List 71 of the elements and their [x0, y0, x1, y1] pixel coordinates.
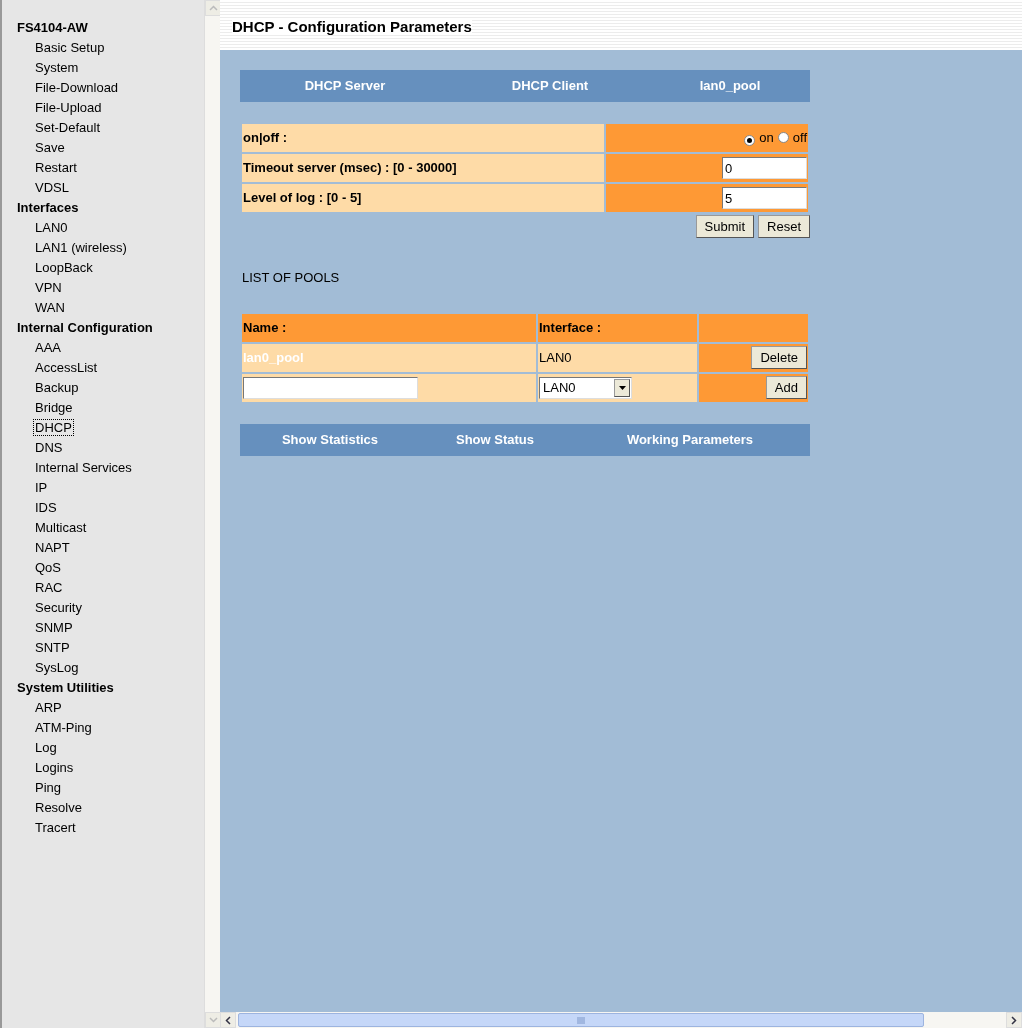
sidebar-link[interactable]: Backup	[33, 379, 81, 396]
add-button[interactable]: Add	[765, 376, 807, 399]
sidebar-link[interactable]: SysLog	[33, 659, 81, 676]
sidebar-link[interactable]: IDS	[33, 499, 59, 516]
pool-name: lan0_pool	[243, 349, 304, 365]
page-title: DHCP - Configuration Parameters	[232, 18, 472, 35]
sidebar-link[interactable]: Log	[33, 739, 59, 756]
sidebar-link[interactable]: System	[33, 59, 81, 76]
sidebar-link[interactable]: LoopBack	[33, 259, 95, 276]
sidebar-link[interactable]: VDSL	[33, 179, 71, 196]
sidebar-link[interactable]: IP	[33, 479, 50, 496]
input-field[interactable]: 0	[722, 157, 807, 179]
sidebar-heading: System Utilities	[17, 679, 115, 697]
sidebar-link[interactable]: Security	[33, 599, 84, 616]
sidebar-link[interactable]: Multicast	[33, 519, 89, 536]
radio-button[interactable]	[777, 132, 789, 144]
sidebar-link[interactable]: Tracert	[33, 819, 78, 836]
sidebar-link[interactable]: Resolve	[33, 799, 84, 816]
sidebar-link[interactable]: Save	[33, 139, 67, 156]
sidebar-link[interactable]: NAPT	[33, 539, 72, 556]
input-field[interactable]	[243, 376, 418, 399]
sidebar-link[interactable]: Restart	[33, 159, 79, 176]
sidebar-link[interactable]: VPN	[33, 279, 64, 296]
scrollbar-thumb[interactable]	[238, 1013, 924, 1027]
interface-name: LAN0	[539, 349, 572, 365]
sidebar-heading: FS4104-AW	[17, 19, 89, 37]
sidebar-link[interactable]: File-Download	[33, 79, 121, 96]
radio-label: off	[792, 130, 807, 146]
field-label: on|off :	[243, 130, 288, 146]
chevron-right-icon	[1011, 1015, 1017, 1025]
sidebar-link[interactable]: DNS	[33, 439, 65, 456]
sidebar-link[interactable]: SNMP	[33, 619, 75, 636]
delete-button[interactable]: Delete	[751, 346, 807, 369]
sidebar-link[interactable]: RAC	[33, 579, 65, 596]
sidebar-link[interactable]: DHCP	[33, 419, 74, 436]
chevron-down-icon	[208, 1017, 218, 1023]
column-header: Name :	[243, 319, 287, 335]
input-field[interactable]: 5	[722, 187, 807, 209]
sidebar-link[interactable]: LAN0	[33, 219, 70, 236]
section-heading: LIST OF POOLS	[242, 269, 341, 287]
sidebar-link[interactable]: WAN	[33, 299, 67, 316]
sidebar-heading: Internal Configuration	[17, 319, 154, 337]
sidebar-link[interactable]: AAA	[33, 339, 63, 356]
sidebar-link[interactable]: Basic Setup	[33, 39, 107, 56]
sidebar-link[interactable]: SNTP	[33, 639, 72, 656]
sidebar-link[interactable]: QoS	[33, 559, 63, 576]
sidebar-link[interactable]: ATM-Ping	[33, 719, 94, 736]
sidebar-link[interactable]: Bridge	[33, 399, 75, 416]
form-button[interactable]: Submit	[695, 215, 755, 238]
chevron-up-icon	[208, 5, 218, 11]
sidebar-link[interactable]: LAN1 (wireless)	[33, 239, 129, 256]
radio-label: on	[759, 130, 774, 146]
scroll-right-button[interactable]	[1006, 1012, 1022, 1028]
sidebar-link[interactable]: ARP	[33, 699, 64, 716]
interface-select[interactable]: LAN0	[539, 376, 632, 399]
scroll-left-button[interactable]	[220, 1012, 236, 1028]
sidebar-link[interactable]: File-Upload	[33, 99, 104, 116]
sidebar-link[interactable]: Ping	[33, 779, 64, 796]
chevron-left-icon	[225, 1015, 231, 1025]
sidebar-heading: Interfaces	[17, 199, 80, 217]
dropdown-arrow-icon	[618, 385, 626, 390]
column-header: Interface :	[539, 319, 602, 335]
sidebar-link[interactable]: Internal Services	[33, 459, 134, 476]
sidebar-link[interactable]: Set-Default	[33, 119, 103, 136]
radio-button[interactable]	[744, 135, 756, 147]
grip-icon	[576, 1016, 586, 1024]
field-label: Level of log : [0 - 5]	[243, 190, 362, 206]
form-button[interactable]: Reset	[758, 215, 810, 238]
sidebar-link[interactable]: AccessList	[33, 359, 100, 376]
sidebar-link[interactable]: Logins	[33, 759, 76, 776]
field-label: Timeout server (msec) : [0 - 30000]	[243, 160, 457, 176]
